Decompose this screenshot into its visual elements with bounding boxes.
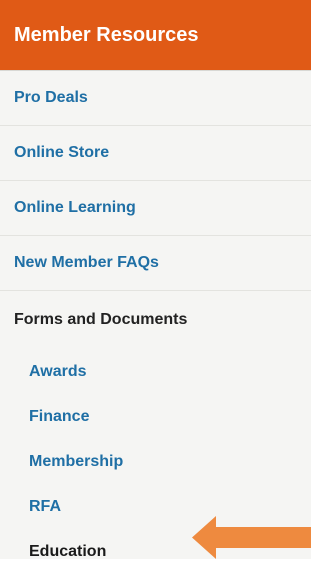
nav-item-online-store[interactable]: Online Store	[0, 126, 311, 181]
sub-item-membership[interactable]: Membership	[0, 439, 311, 484]
panel-header: Member Resources	[0, 0, 311, 71]
nav-item-pro-deals[interactable]: Pro Deals	[0, 71, 311, 126]
section-title-forms-and-documents[interactable]: Forms and Documents	[0, 291, 311, 349]
nav-item-online-learning[interactable]: Online Learning	[0, 181, 311, 236]
member-resources-panel: Member Resources Pro Deals Online Store …	[0, 0, 311, 560]
left-arrow-icon	[192, 516, 311, 559]
sub-item-finance[interactable]: Finance	[0, 394, 311, 439]
sub-item-awards[interactable]: Awards	[0, 349, 311, 394]
nav-item-new-member-faqs[interactable]: New Member FAQs	[0, 236, 311, 291]
